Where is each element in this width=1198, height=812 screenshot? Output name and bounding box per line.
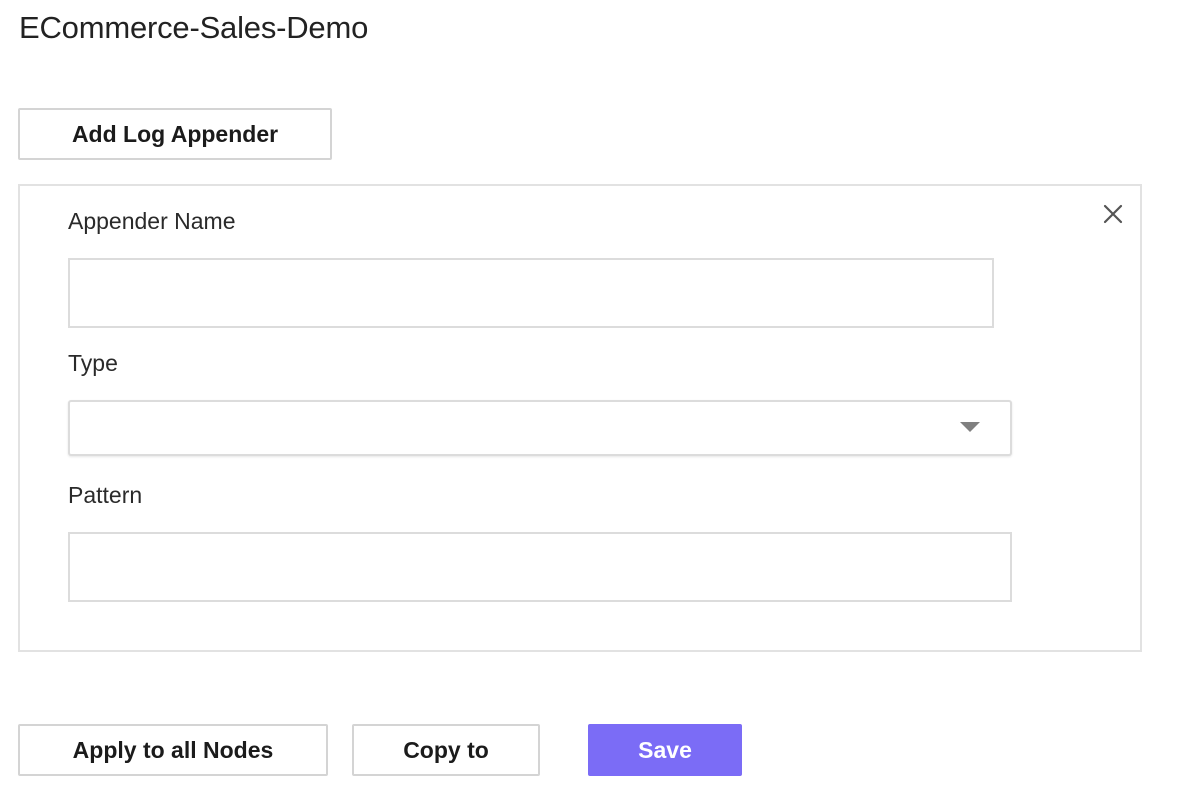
appender-name-label: Appender Name: [68, 208, 236, 234]
type-label: Type: [68, 350, 118, 376]
page: ECommerce-Sales-Demo Add Log Appender Ap…: [0, 0, 1198, 812]
copy-to-button[interactable]: Copy to: [352, 724, 540, 776]
appender-name-input[interactable]: [68, 258, 994, 328]
page-title: ECommerce-Sales-Demo: [19, 10, 369, 45]
pattern-label: Pattern: [68, 482, 143, 508]
pattern-input[interactable]: [68, 532, 1012, 602]
close-icon[interactable]: [1101, 202, 1125, 226]
apply-to-all-nodes-button[interactable]: Apply to all Nodes: [18, 724, 328, 776]
type-select[interactable]: [68, 400, 1012, 456]
caret-down-icon: [960, 422, 980, 432]
save-button[interactable]: Save: [588, 724, 742, 776]
add-log-appender-button[interactable]: Add Log Appender: [18, 108, 332, 160]
